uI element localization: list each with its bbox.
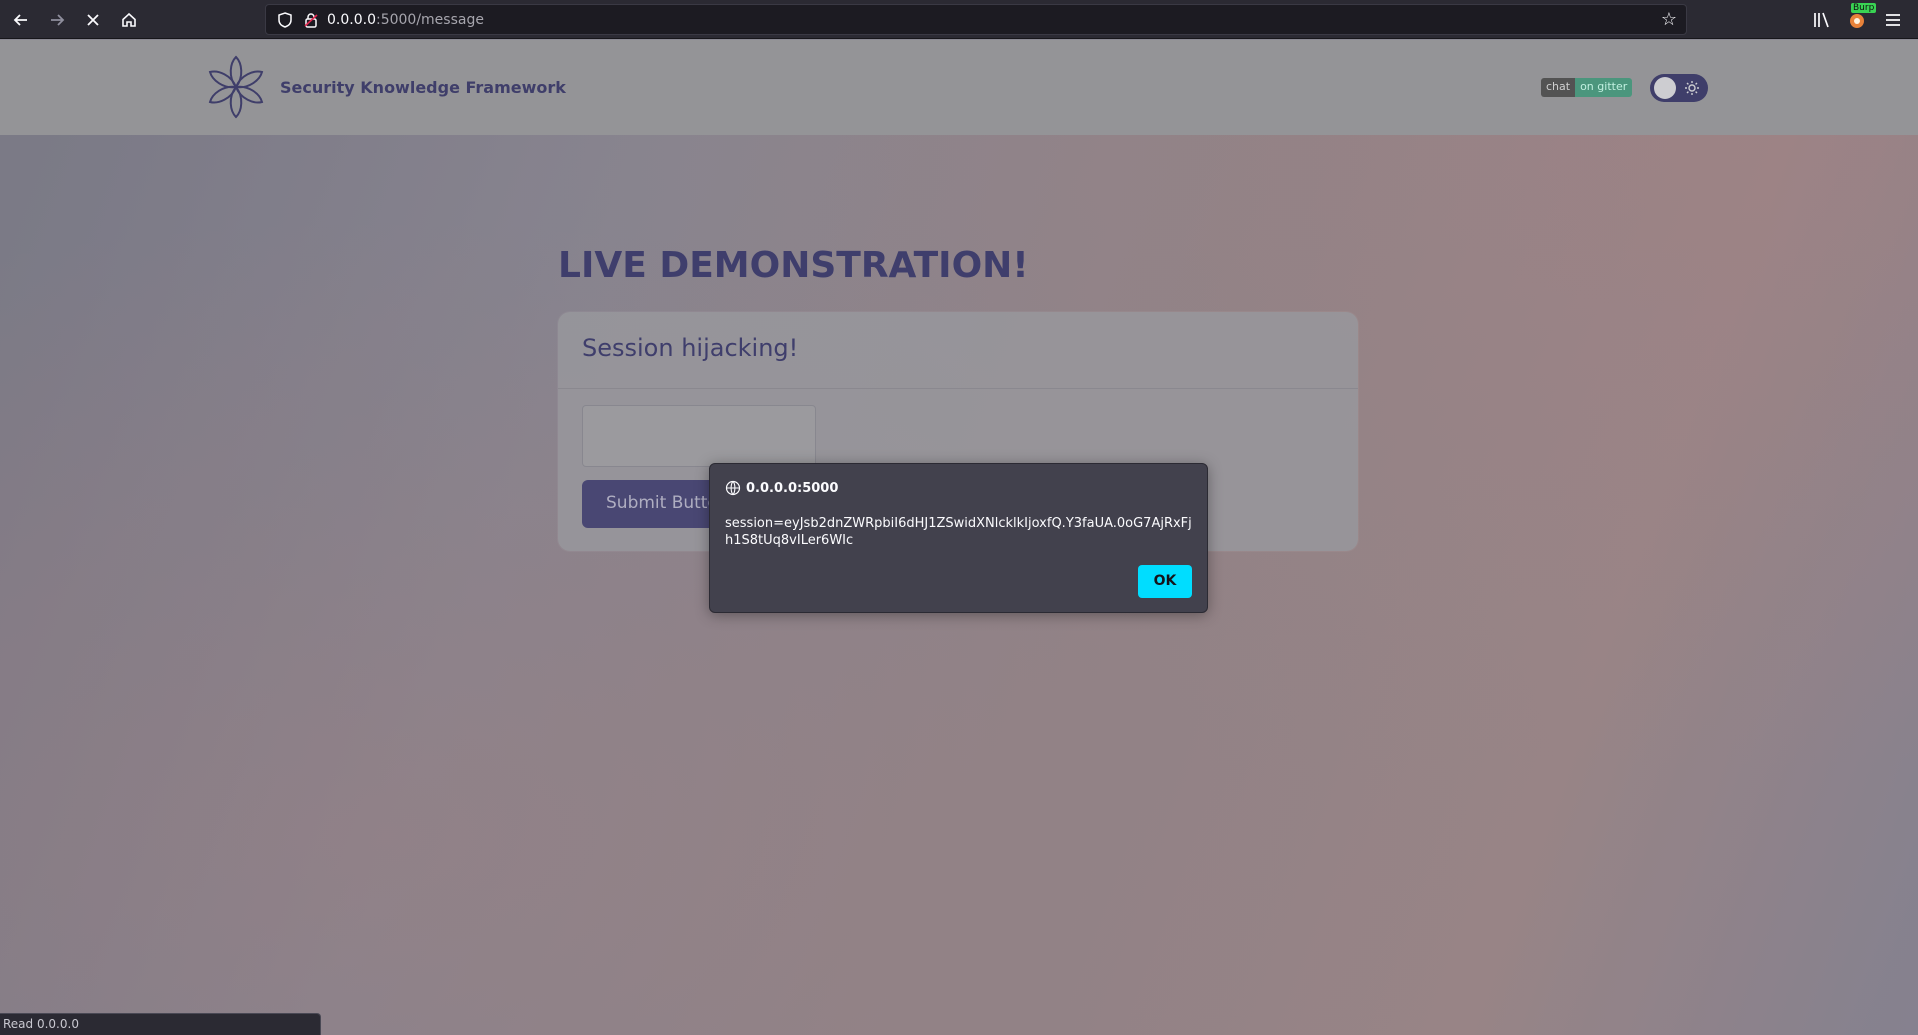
browser-toolbar: 0.0.0.0:5000/message ☆ Burp (0, 0, 1918, 39)
extension-badge: Burp (1851, 3, 1877, 13)
dialog-origin: 0.0.0.0:5000 (746, 481, 839, 496)
back-arrow-icon[interactable] (9, 8, 33, 32)
forward-arrow-icon[interactable] (45, 8, 69, 32)
tracking-shield-icon[interactable] (276, 11, 294, 29)
ok-button[interactable]: OK (1138, 565, 1192, 598)
url-bar[interactable]: 0.0.0.0:5000/message ☆ (265, 4, 1687, 35)
url-path: :5000/message (375, 12, 484, 28)
dialog-message: session=eyJsb2dnZWRpbiI6dHJ1ZSwidXNlcklk… (725, 516, 1192, 548)
url-host: 0.0.0.0 (327, 12, 376, 28)
library-icon[interactable] (1812, 10, 1832, 30)
bookmark-star-icon[interactable]: ☆ (1658, 9, 1680, 31)
home-icon[interactable] (117, 8, 141, 32)
stop-loading-icon[interactable] (81, 8, 105, 32)
globe-icon (725, 480, 741, 496)
insecure-lock-icon[interactable] (302, 11, 320, 29)
alert-dialog: 0.0.0.0:5000 session=eyJsb2dnZWRpbiI6dHJ… (709, 463, 1208, 613)
url-text[interactable]: 0.0.0.0:5000/message (327, 12, 484, 28)
hamburger-menu-icon[interactable] (1883, 10, 1903, 30)
status-bar: Read 0.0.0.0 (0, 1013, 321, 1035)
